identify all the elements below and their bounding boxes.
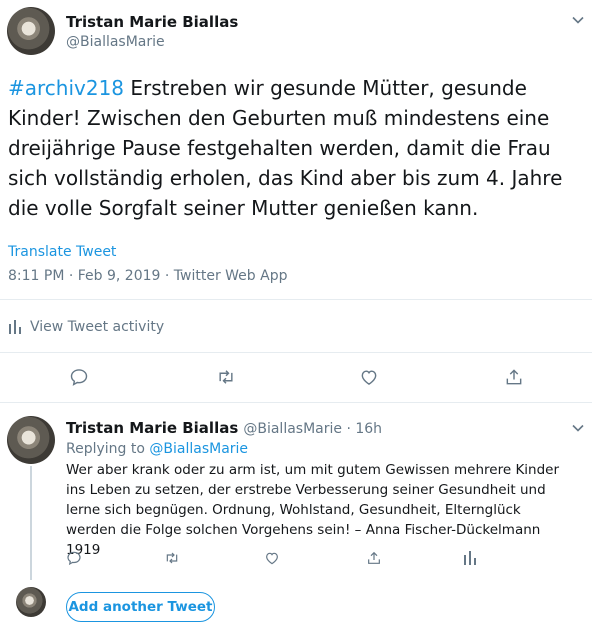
like-button[interactable]	[359, 367, 379, 391]
author-handle[interactable]: @BiallasMarie	[66, 34, 165, 50]
reply-icon	[70, 369, 88, 386]
retweet-icon	[219, 370, 233, 384]
hashtag-link[interactable]: #archiv218	[8, 76, 124, 100]
reply-share-button[interactable]	[366, 550, 382, 570]
tweet-text: #archiv218 Erstreben wir gesunde Mütter,…	[8, 73, 568, 223]
divider	[0, 352, 592, 353]
reply-author-avatar[interactable]	[7, 416, 55, 464]
share-icon	[368, 551, 380, 564]
analytics-icon	[464, 551, 476, 565]
add-another-tweet-button[interactable]: Add another Tweet	[66, 592, 215, 622]
translate-tweet-link[interactable]: Translate Tweet	[8, 244, 116, 260]
share-button[interactable]	[504, 367, 524, 391]
author-name[interactable]: Tristan Marie Biallas	[66, 13, 238, 31]
reply-text: Wer aber krank oder zu arm ist, um mit g…	[66, 462, 560, 558]
reply-author-name[interactable]: Tristan Marie Biallas	[66, 419, 238, 437]
reply-more-options-chevron-icon[interactable]	[571, 420, 585, 439]
replying-to-prefix: Replying to	[66, 441, 150, 457]
reply-retweet-button[interactable]	[164, 550, 180, 570]
reply-author-handle[interactable]: @BiallasMarie · 16h	[243, 421, 382, 437]
share-icon	[506, 369, 522, 385]
tweet-timestamp[interactable]: 8:11 PM · Feb 9, 2019 · Twitter Web App	[8, 268, 287, 284]
composer-avatar	[16, 587, 46, 617]
divider	[0, 402, 592, 403]
author-avatar[interactable]	[7, 7, 55, 55]
retweet-button[interactable]	[216, 367, 236, 391]
replying-to: Replying to @BiallasMarie	[66, 441, 248, 457]
reply-icon	[67, 551, 81, 566]
reply-header: Tristan Marie Biallas @BiallasMarie · 16…	[66, 418, 382, 437]
reply-analytics-button[interactable]	[463, 550, 477, 570]
replying-to-handle[interactable]: @BiallasMarie	[149, 441, 248, 457]
heart-icon	[266, 552, 278, 565]
analytics-icon	[9, 320, 21, 334]
more-options-chevron-icon[interactable]	[571, 12, 585, 31]
reply-reply-button[interactable]	[66, 550, 82, 570]
thread-line	[30, 466, 32, 580]
reply-button[interactable]	[69, 367, 89, 391]
heart-icon	[361, 370, 377, 385]
tweet-activity-label: View Tweet activity	[30, 319, 165, 335]
reply-like-button[interactable]	[264, 550, 280, 570]
divider	[0, 299, 592, 300]
retweet-icon	[166, 552, 178, 564]
tweet-activity-link[interactable]: View Tweet activity	[8, 319, 164, 335]
